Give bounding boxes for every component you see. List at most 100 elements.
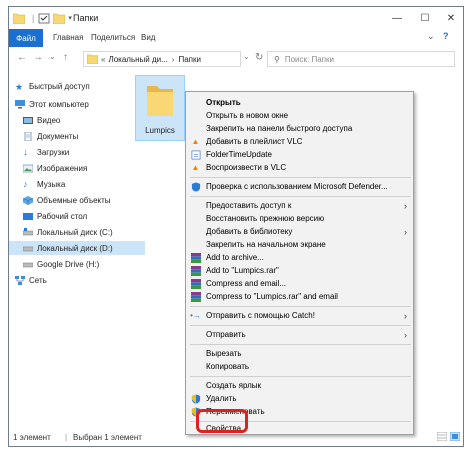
back-button[interactable]: ← [17, 52, 27, 63]
tab-file[interactable]: Файл [9, 29, 43, 47]
sidebar-item-downloads[interactable]: ↓ Загрузки [9, 145, 145, 159]
forward-button[interactable]: → [33, 52, 43, 63]
highlight-annotation [196, 409, 248, 433]
tab-home[interactable]: Главная [53, 33, 83, 42]
menu-item-label: Вырезать [206, 349, 242, 358]
menu-item-cut[interactable]: Вырезать [186, 347, 413, 360]
sidebar-item-local-disk-c[interactable]: Локальный диск (C:) [9, 225, 145, 239]
recent-locations-button[interactable]: ⌄ [49, 52, 56, 61]
sidebar-item-documents[interactable]: Документы [9, 129, 145, 143]
3d-objects-icon [23, 195, 33, 205]
address-bar[interactable]: « Локальный ди... › Папки [83, 51, 241, 67]
video-icon [23, 116, 33, 124]
menu-item-label: Воспроизвести в VLC [206, 163, 287, 172]
menu-item-play-vlc[interactable]: ▲ Воспроизвести в VLC [186, 161, 413, 174]
menu-item-defender[interactable]: Проверка с использованием Microsoft Defe… [186, 180, 413, 193]
sidebar-item-videos[interactable]: Видео [9, 113, 145, 127]
address-overflow-icon[interactable]: « [101, 55, 105, 64]
menu-item-send-to[interactable]: Отправить › [186, 328, 413, 341]
sidebar-item-label: Локальный диск (C:) [37, 227, 113, 237]
menu-item-label: Удалить [206, 394, 237, 403]
menu-item-label: Копировать [206, 362, 250, 371]
expand-ribbon-icon[interactable]: ⌄ [427, 31, 435, 42]
submenu-arrow-icon: › [404, 200, 407, 211]
downloads-icon: ↓ [23, 146, 28, 158]
customize-toolbar-icon[interactable]: ▾ [68, 14, 72, 22]
desktop-icon [23, 212, 33, 220]
refresh-icon[interactable]: ↻ [255, 52, 263, 63]
up-button[interactable]: ↑ [63, 52, 68, 63]
folder-icon [13, 13, 25, 24]
menu-item-send-catch[interactable]: •→ Отправить с помощью Catch! › [186, 309, 413, 322]
menu-item-add-lumpics-rar[interactable]: Add to "Lumpics.rar" [186, 264, 413, 277]
menu-item-label: Открыть в новом окне [206, 111, 289, 120]
new-folder-icon[interactable] [53, 13, 66, 24]
menu-item-label: Compress to "Lumpics.rar" and email [206, 292, 338, 301]
menu-separator [190, 344, 411, 345]
sidebar-item-this-pc[interactable]: Этот компьютер [9, 97, 137, 111]
folder-item[interactable]: Lumpics [135, 75, 185, 141]
menu-item-label: Add to archive... [206, 253, 264, 262]
menu-item-label: Добавить в плейлист VLC [206, 137, 303, 146]
breadcrumb-separator-icon[interactable]: › [172, 55, 175, 64]
pictures-icon [23, 164, 33, 172]
sidebar-item-pictures[interactable]: Изображения [9, 161, 145, 175]
winrar-icon [190, 291, 201, 302]
navigation-bar: ← → ⌄ ↑ « Локальный ди... › Папки ⌄ ↻ ⚲ … [9, 47, 463, 71]
menu-item-label: Проверка с использованием Microsoft Defe… [206, 182, 388, 191]
menu-item-label: Предоставить доступ к [206, 201, 292, 210]
properties-check-icon[interactable] [38, 13, 50, 24]
search-box[interactable]: ⚲ Поиск: Папки [267, 51, 455, 67]
menu-item-give-access[interactable]: Предоставить доступ к › [186, 199, 413, 212]
selected-count: Выбран 1 элемент [73, 433, 142, 442]
menu-item-pin-quick-access[interactable]: Закрепить на панели быстрого доступа [186, 122, 413, 135]
sidebar-item-music[interactable]: ♪ Музыка [9, 177, 145, 191]
sidebar-item-local-disk-d[interactable]: Локальный диск (D:) [9, 241, 145, 255]
maximize-button[interactable]: ☐ [411, 7, 439, 29]
menu-item-compress-lumpics-email[interactable]: Compress to "Lumpics.rar" and email [186, 290, 413, 303]
sidebar-item-label: Документы [37, 131, 79, 141]
vlc-icon: ▲ [191, 137, 200, 146]
sidebar-item-label: Изображения [37, 163, 88, 173]
address-dropdown-icon[interactable]: ⌄ [243, 52, 250, 61]
details-view-icon[interactable] [437, 432, 447, 441]
title-bar: | ▾ Папки — ☐ ✕ [9, 7, 463, 29]
menu-item-restore-version[interactable]: Восстановить прежнюю версию [186, 212, 413, 225]
sidebar-item-google-drive[interactable]: Google Drive (H:) [9, 257, 145, 271]
vlc-icon: ▲ [191, 163, 200, 172]
menu-separator [190, 376, 411, 377]
sidebar-item-label: Загрузки [37, 147, 70, 157]
menu-item-add-library[interactable]: Добавить в библиотеку › [186, 225, 413, 238]
sidebar-item-label: Google Drive (H:) [37, 259, 100, 269]
drive-icon [23, 262, 33, 267]
sidebar-item-3d-objects[interactable]: Объемные объекты [9, 193, 145, 207]
help-button[interactable]: ? [443, 31, 449, 41]
menu-item-folder-time-update[interactable]: FolderTimeUpdate [186, 148, 413, 161]
sidebar-item-network[interactable]: Сеть [9, 273, 137, 287]
documents-icon [24, 131, 32, 141]
menu-item-copy[interactable]: Копировать [186, 360, 413, 373]
close-button[interactable]: ✕ [437, 7, 463, 29]
sidebar-item-label: Этот компьютер [29, 99, 89, 109]
tab-share[interactable]: Поделиться [91, 33, 135, 42]
large-icons-view-icon[interactable] [450, 432, 460, 441]
sidebar-item-quick-access[interactable]: ★ Быстрый доступ [9, 79, 137, 93]
menu-item-label: Закрепить на панели быстрого доступа [206, 124, 353, 133]
menu-item-pin-start[interactable]: Закрепить на начальном экране [186, 238, 413, 251]
window-title: Папки [73, 13, 99, 23]
menu-item-open-new-window[interactable]: Открыть в новом окне [186, 109, 413, 122]
menu-item-create-shortcut[interactable]: Создать ярлык [186, 379, 413, 392]
tab-view[interactable]: Вид [141, 33, 155, 42]
menu-item-compress-email[interactable]: Compress and email... [186, 277, 413, 290]
breadcrumb-folders[interactable]: Папки [178, 55, 201, 64]
menu-separator [190, 177, 411, 178]
computer-icon [15, 99, 25, 108]
menu-item-open[interactable]: Открыть [186, 96, 413, 109]
minimize-button[interactable]: — [383, 7, 411, 29]
menu-item-delete[interactable]: Удалить [186, 392, 413, 405]
breadcrumb-local-disk[interactable]: Локальный ди... [108, 55, 167, 64]
sidebar-item-desktop[interactable]: Рабочий стол [9, 209, 145, 223]
menu-item-add-archive[interactable]: Add to archive... [186, 251, 413, 264]
network-icon [15, 275, 25, 285]
menu-item-add-vlc-playlist[interactable]: ▲ Добавить в плейлист VLC [186, 135, 413, 148]
